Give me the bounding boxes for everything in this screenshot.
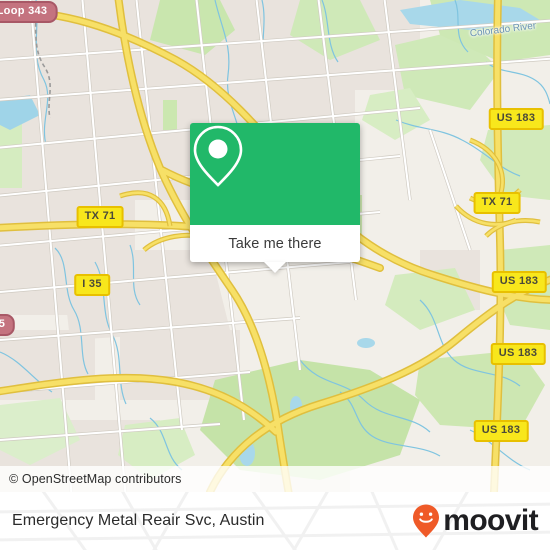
take-me-there-label: Take me there — [228, 235, 322, 252]
shield-us-183-low: US 183 — [490, 343, 546, 365]
shield-tx-71-left: TX 71 — [76, 206, 124, 228]
popup-icon-area — [190, 123, 360, 225]
moovit-wordmark: moovit — [443, 504, 538, 537]
attribution-text: © OpenStreetMap contributors — [9, 472, 182, 486]
take-me-there-button[interactable]: Take me there — [190, 225, 360, 273]
map-pin-icon — [193, 125, 243, 187]
map-canvas[interactable]: Loop 343 US 183 TX 71 US 183 US 183 US 1… — [0, 0, 550, 492]
footer-bar: Emergency Metal Reair Svc, Austin moovit — [0, 492, 550, 550]
moovit-smile-pin-icon — [413, 504, 440, 538]
shield-us-183-bottom: US 183 — [473, 420, 529, 442]
shield-us-183-top: US 183 — [488, 108, 544, 130]
moovit-brand[interactable]: moovit — [411, 503, 550, 539]
shield-i-35: I 35 — [74, 274, 110, 296]
moovit-map-screenshot: Loop 343 US 183 TX 71 US 183 US 183 US 1… — [0, 0, 550, 550]
popup-tail — [264, 262, 286, 273]
location-popup[interactable]: Take me there — [190, 123, 360, 273]
shield-us-183-mid: US 183 — [491, 271, 547, 293]
page-title: Emergency Metal Reair Svc, Austin — [12, 512, 265, 529]
shield-loop-343: Loop 343 — [0, 1, 58, 23]
shield-tx-71-right: TX 71 — [473, 192, 521, 214]
map-attribution-bar: © OpenStreetMap contributors — [0, 466, 550, 492]
